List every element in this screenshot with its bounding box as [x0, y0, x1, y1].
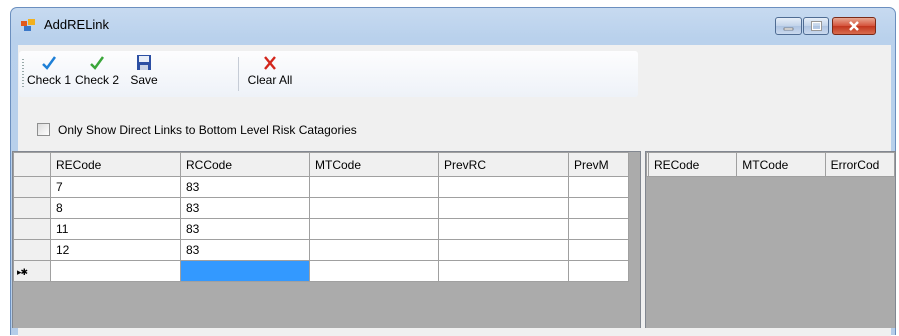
save-label: Save: [130, 73, 158, 87]
cell-mtcode[interactable]: [309, 218, 439, 240]
new-row-cell[interactable]: [50, 260, 181, 282]
table-row[interactable]: 8 83: [13, 197, 629, 219]
new-row-cell[interactable]: [438, 260, 569, 282]
check1-label: Check 1: [27, 73, 72, 87]
cell-prevm[interactable]: [568, 197, 629, 219]
save-button[interactable]: Save: [127, 54, 161, 94]
errors-table: RECode MTCode ErrorCod: [646, 152, 895, 177]
check1-button[interactable]: Check 1: [27, 54, 71, 94]
cell-recode[interactable]: 11: [50, 218, 181, 240]
column-header[interactable]: PrevRC: [438, 152, 569, 177]
column-header[interactable]: RECode: [50, 152, 181, 177]
close-button[interactable]: [832, 17, 876, 35]
minimize-icon: [783, 27, 794, 31]
cell-recode[interactable]: 12: [50, 239, 181, 261]
column-header[interactable]: PrevM: [568, 152, 629, 177]
new-row-header[interactable]: ▸✱: [13, 260, 51, 282]
errors-grid[interactable]: RECode MTCode ErrorCod: [645, 151, 896, 328]
links-grid[interactable]: RECode RCCode MTCode PrevRC PrevM 7 83 8…: [12, 151, 641, 328]
row-header[interactable]: [13, 176, 51, 198]
table-row[interactable]: 11 83: [13, 218, 629, 240]
red-x-icon: [264, 56, 276, 70]
cell-mtcode[interactable]: [309, 197, 439, 219]
selected-cell[interactable]: [180, 260, 310, 282]
corner-header[interactable]: [13, 152, 51, 177]
cell-rccode[interactable]: 83: [180, 197, 310, 219]
cell-rccode[interactable]: 83: [180, 218, 310, 240]
cell-rccode[interactable]: 83: [180, 239, 310, 261]
checkmark-icon: [42, 56, 57, 70]
column-header[interactable]: RECode: [647, 152, 738, 177]
cell-prevrc[interactable]: [438, 239, 569, 261]
links-header-row: RECode RCCode MTCode PrevRC PrevM: [13, 152, 629, 177]
cell-prevrc[interactable]: [438, 176, 569, 198]
cell-prevm[interactable]: [568, 239, 629, 261]
cell-recode[interactable]: 8: [50, 197, 181, 219]
links-table: RECode RCCode MTCode PrevRC PrevM 7 83 8…: [13, 152, 629, 282]
row-header[interactable]: [13, 197, 51, 219]
table-row[interactable]: 7 83: [13, 176, 629, 198]
column-header[interactable]: RCCode: [180, 152, 310, 177]
cell-recode[interactable]: 7: [50, 176, 181, 198]
cell-prevrc[interactable]: [438, 218, 569, 240]
column-header[interactable]: MTCode: [736, 152, 826, 177]
errors-header-row: RECode MTCode ErrorCod: [646, 152, 895, 177]
check2-label: Check 2: [74, 73, 120, 87]
row-header[interactable]: [13, 218, 51, 240]
column-header[interactable]: ErrorCod: [824, 152, 895, 177]
cell-mtcode[interactable]: [309, 176, 439, 198]
close-icon: [849, 21, 859, 31]
table-row[interactable]: 12 83: [13, 239, 629, 261]
clear-all-button[interactable]: Clear All: [241, 54, 299, 94]
check2-button[interactable]: Check 2: [73, 54, 121, 94]
clear-all-label: Clear All: [247, 73, 293, 87]
app-icon: [21, 19, 35, 31]
minimize-button[interactable]: [775, 17, 802, 35]
restore-icon: [811, 21, 822, 31]
toolbar: Check 1 Check 2 Save Clear All: [19, 51, 638, 97]
new-row-indicator-icon: ▸✱: [17, 267, 28, 277]
title-bar[interactable]: AddRELink: [11, 8, 895, 42]
checkmark-icon: [90, 56, 105, 70]
row-header[interactable]: [13, 239, 51, 261]
toolbar-grip[interactable]: [22, 59, 24, 89]
cell-rccode[interactable]: 83: [180, 176, 310, 198]
cell-prevm[interactable]: [568, 218, 629, 240]
toolbar-separator: [238, 57, 239, 91]
new-row-cell[interactable]: [568, 260, 629, 282]
cell-mtcode[interactable]: [309, 239, 439, 261]
new-row-cell[interactable]: [309, 260, 439, 282]
window-title: AddRELink: [44, 17, 110, 32]
cell-prevm[interactable]: [568, 176, 629, 198]
cell-prevrc[interactable]: [438, 197, 569, 219]
only-direct-links-checkbox[interactable]: [37, 123, 50, 136]
maximize-button[interactable]: [803, 17, 829, 35]
new-row[interactable]: ▸✱: [13, 260, 629, 282]
floppy-disk-icon: [137, 55, 151, 70]
column-header[interactable]: MTCode: [309, 152, 439, 177]
only-direct-links-label: Only Show Direct Links to Bottom Level R…: [58, 123, 357, 137]
